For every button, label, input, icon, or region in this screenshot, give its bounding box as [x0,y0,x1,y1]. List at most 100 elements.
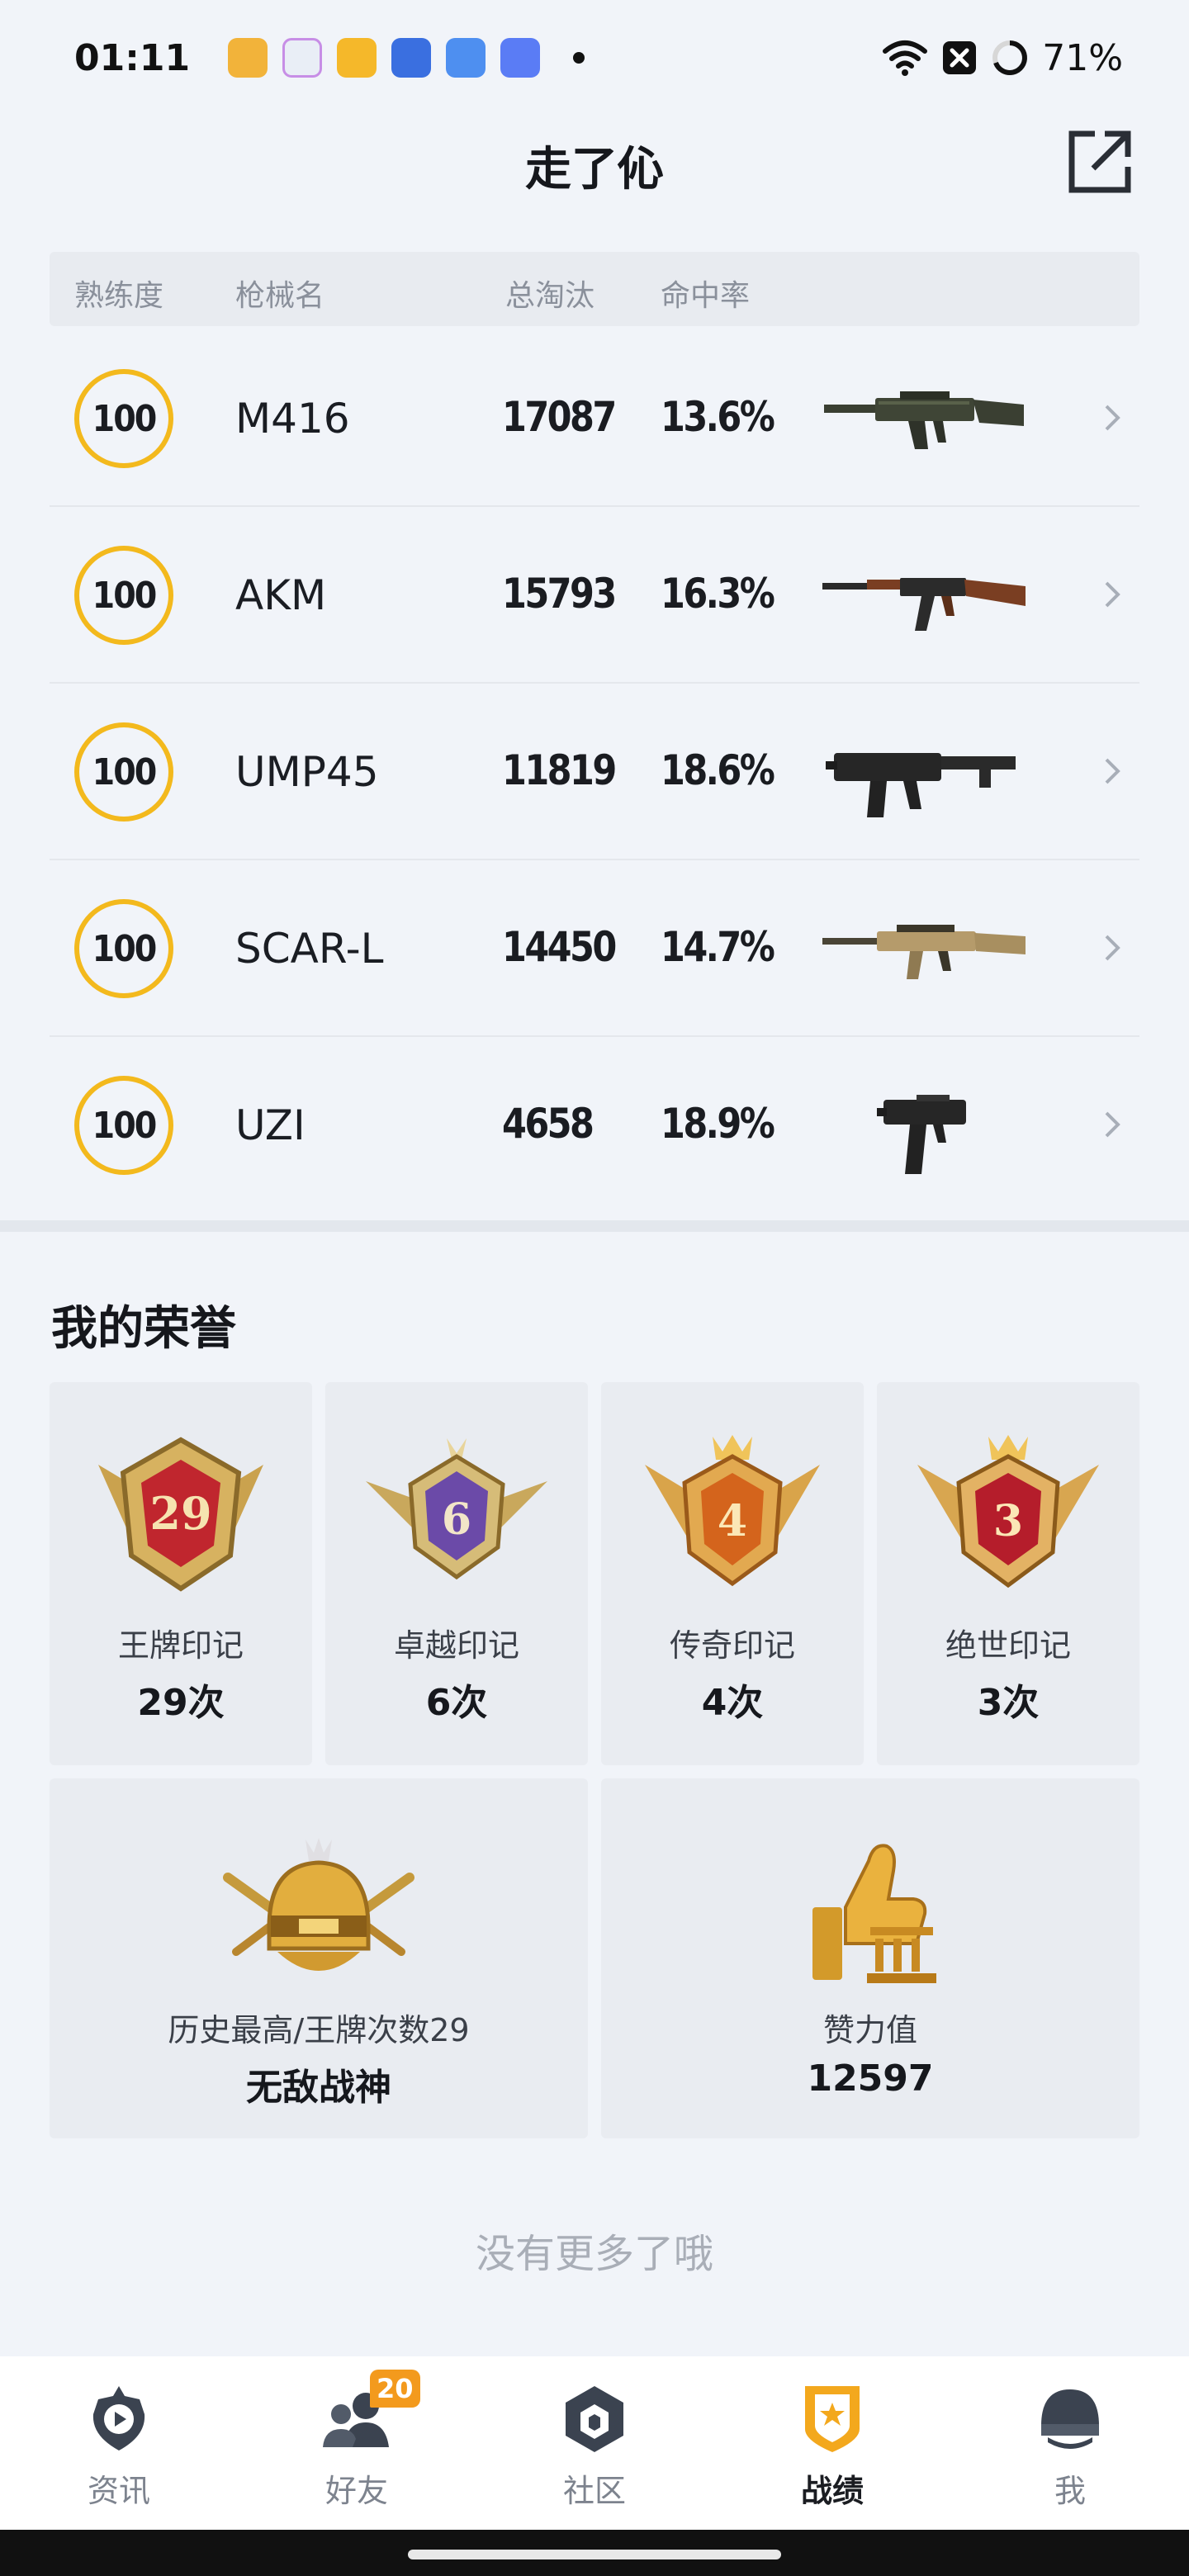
nav-item-friends[interactable]: 20 好友 [238,2356,476,2530]
me-icon [1041,2389,1099,2449]
nav-item-record[interactable]: 战绩 [713,2356,951,2530]
honor-card-ace[interactable]: 29 王牌印记 29次 [50,1382,312,1765]
honor-card-excellent[interactable]: 6 卓越印记 6次 [325,1382,588,1765]
status-bar: 01:11 71% [0,0,1189,116]
wifi-icon [883,40,928,76]
uzi-smg-icon [877,1095,966,1174]
peerless-badge-icon: 3 [917,1435,1099,1589]
badge-number: 4 [718,1496,747,1546]
column-header-mastery: 熟练度 [74,279,164,313]
section-divider [0,1220,1189,1232]
badge-number: 6 [442,1494,471,1545]
news-icon [92,2386,145,2451]
badge-number: 29 [149,1487,211,1540]
weapon-kills: 14450 [502,923,617,971]
weapon-row-m416[interactable]: 100 M416 17087 13.6% [50,330,1139,507]
column-header-kills: 总淘汰 [505,279,595,313]
mastery-badge: 100 [74,899,173,998]
community-icon [566,2386,623,2452]
stat-card-highest-rank[interactable]: 历史最高/王牌次数29 无敌战神 [50,1778,588,2138]
honor-badge-grid: 29 王牌印记 29次 6 卓越印记 6次 4 传奇印记 4次 3 绝世印记 3… [50,1382,1139,1765]
share-button[interactable] [1062,124,1138,200]
page-title: 走了伈 [525,143,664,197]
weapon-table-header: 熟练度 枪械名 总淘汰 命中率 [50,252,1139,326]
column-header-weapon-name: 枪械名 [235,279,325,313]
honor-stat-grid: 历史最高/王牌次数29 无敌战神 赞力值 12597 [50,1778,1139,2138]
weapon-hit-rate: 18.6% [661,746,775,794]
weapon-kills: 15793 [502,570,617,618]
mastery-badge: 100 [74,369,173,468]
weapon-kills: 11819 [502,746,617,794]
honor-card-legend[interactable]: 4 传奇印记 4次 [601,1382,864,1765]
honor-count: 4次 [701,1682,764,1724]
akm-rifle-icon [822,578,1026,631]
battery-ring-icon [992,40,1028,75]
chevron-right-icon [1105,758,1120,784]
honor-count: 3次 [977,1682,1040,1724]
chevron-right-icon [1105,581,1120,608]
app-notification-icon [500,38,541,78]
app-notification-icon [391,38,432,78]
excellent-badge-icon: 6 [366,1438,547,1580]
app-header: 走了伈 [0,116,1189,215]
stat-label: 赞力值 [822,2012,917,2048]
stat-value: 12597 [807,2057,934,2100]
thumbs-up-icon [812,1844,936,1983]
ace-badge-icon: 29 [98,1437,263,1592]
home-indicator[interactable] [408,2550,781,2559]
nav-label: 好友 [324,2473,388,2509]
weapon-name: UZI [235,1101,306,1149]
weapon-row-ump45[interactable]: 100 UMP45 11819 18.6% [50,684,1139,860]
scar-l-rifle-icon [822,925,1026,979]
stat-value: 无敌战神 [246,2067,391,2109]
nav-label: 资讯 [87,2473,150,2509]
nav-label: 社区 [562,2473,626,2509]
honor-label: 传奇印记 [669,1627,795,1664]
weapon-hit-rate: 13.6% [661,393,775,441]
weapon-row-akm[interactable]: 100 AKM 15793 16.3% [50,507,1139,684]
ump45-smg-icon [826,753,1016,817]
weapon-name: M416 [235,395,350,443]
mastery-badge: 100 [74,1076,173,1175]
mastery-badge: 100 [74,722,173,822]
honor-label: 绝世印记 [945,1627,1071,1664]
nav-item-me[interactable]: 我 [951,2356,1189,2530]
honor-card-peerless[interactable]: 3 绝世印记 3次 [877,1382,1139,1765]
weapon-row-scar-l[interactable]: 100 SCAR-L 14450 14.7% [50,860,1139,1037]
honor-count: 29次 [137,1682,225,1724]
stat-label: 历史最高/王牌次数29 [168,2012,470,2048]
helmet-crown-icon [223,1838,414,1971]
status-time: 01:11 [74,36,191,79]
m416-rifle-icon [824,391,1024,449]
chevron-right-icon [1105,405,1120,431]
nav-item-community[interactable]: 社区 [476,2356,713,2530]
honors-section-title: 我的荣誉 [51,1302,236,1356]
honor-count: 6次 [425,1682,488,1724]
record-icon [805,2386,860,2452]
legend-badge-icon: 4 [645,1435,820,1587]
app-notification-icon [337,38,377,78]
nav-label: 我 [1054,2473,1086,2509]
end-of-list-text: 没有更多了哦 [475,2231,713,2277]
friends-notification-badge: 20 [370,2370,420,2408]
bottom-navigation: 资讯 20 好友 社区 战绩 我 [0,2356,1189,2530]
app-notification-icon [446,38,486,78]
weapon-name: UMP45 [235,748,379,796]
weapon-kills: 17087 [502,393,617,441]
badge-number: 3 [993,1496,1023,1546]
no-sim-icon [943,41,977,74]
app-notification-icon [228,38,268,78]
weapon-list: 100 M416 17087 13.6% 100 AKM 15793 16.3% [50,330,1139,1214]
nav-item-news[interactable]: 资讯 [0,2356,238,2530]
honor-label: 王牌印记 [117,1627,244,1664]
app-notification-icon [282,38,323,78]
stat-card-likes[interactable]: 赞力值 12597 [601,1778,1139,2138]
system-navigation-bar [0,2530,1189,2576]
column-header-hit-rate: 命中率 [661,279,751,313]
weapon-kills: 4658 [502,1100,594,1148]
battery-level: 71% [1042,36,1123,79]
weapon-name: SCAR-L [235,925,384,973]
weapon-row-uzi[interactable]: 100 UZI 4658 18.9% [50,1037,1139,1214]
chevron-right-icon [1105,1111,1120,1138]
weapon-name: AKM [235,571,327,619]
